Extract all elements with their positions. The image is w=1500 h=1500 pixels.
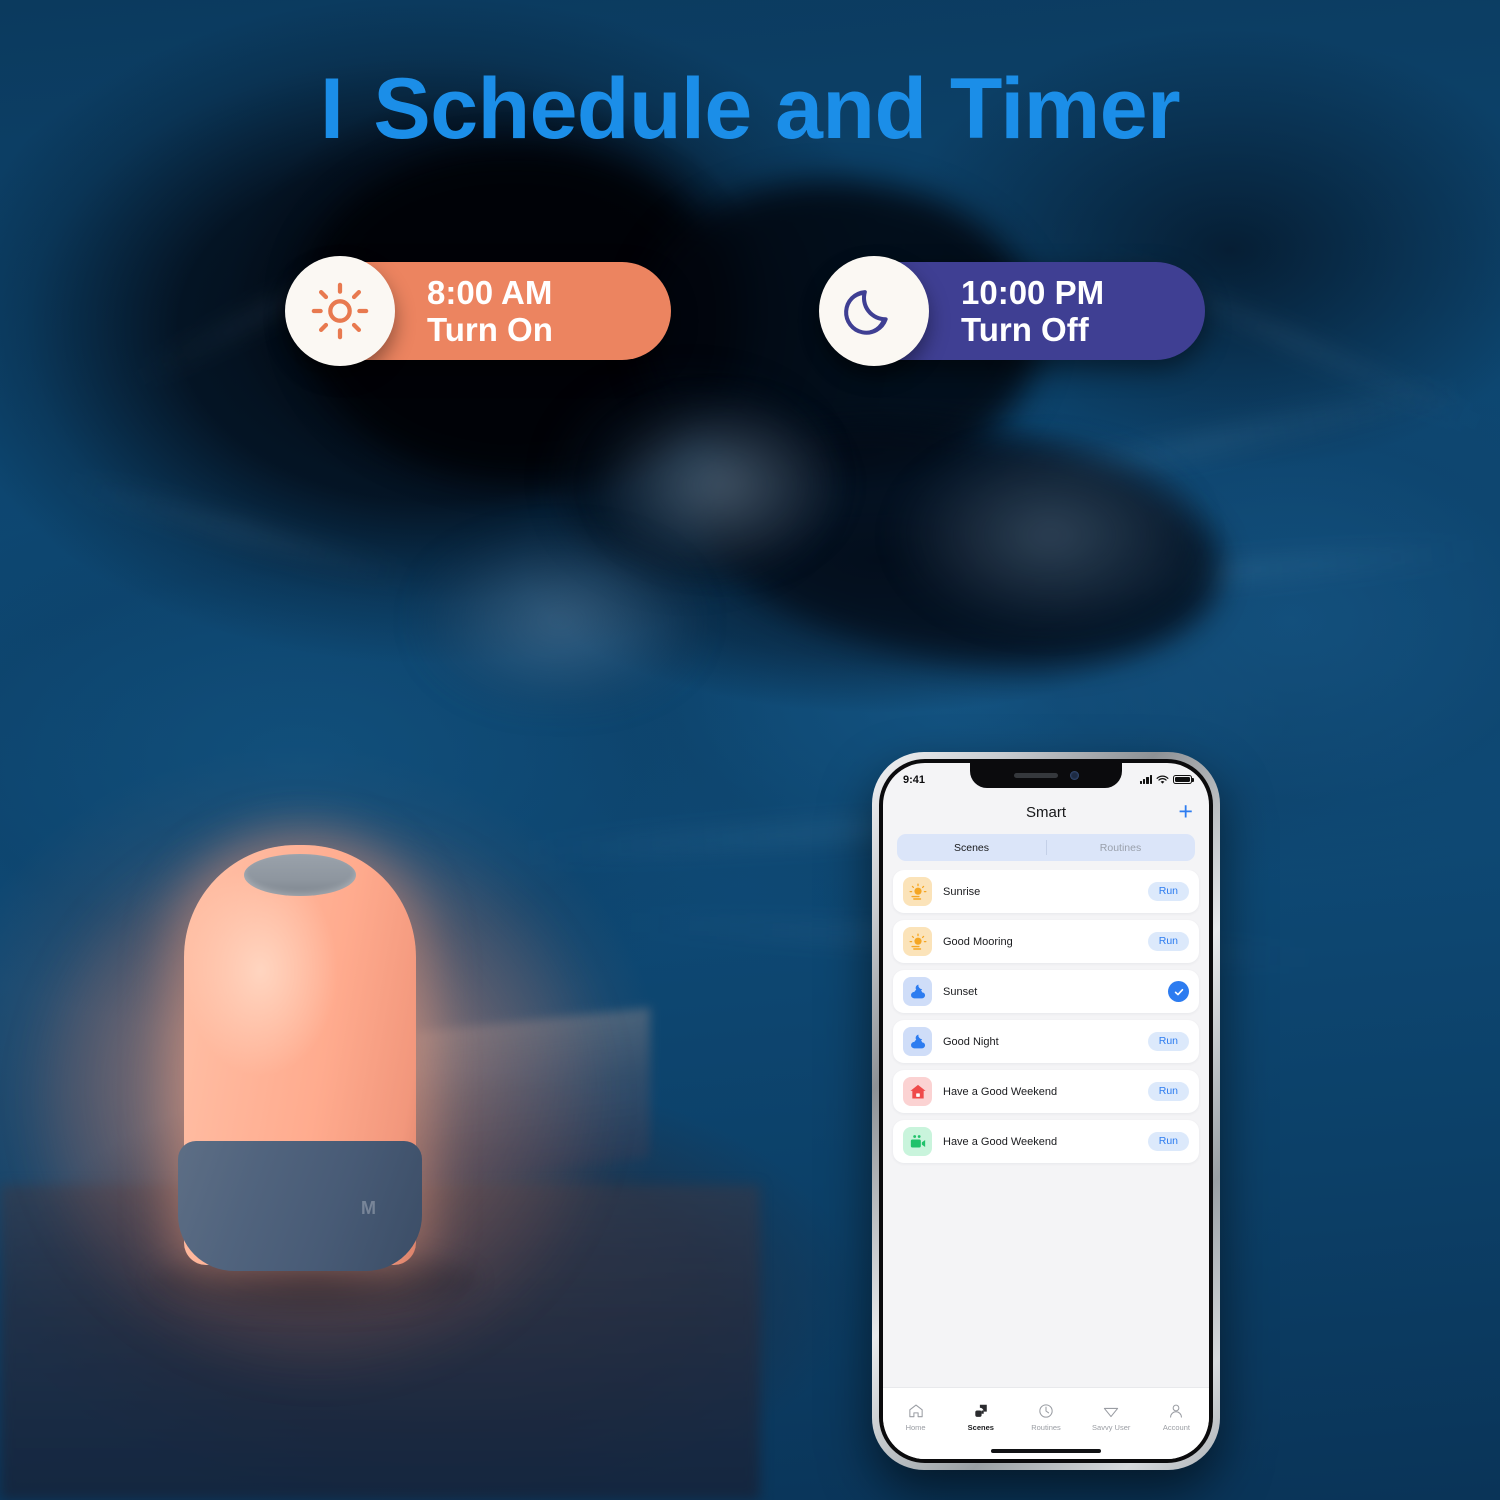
schedule-time: 10:00 PM bbox=[961, 273, 1105, 311]
schedule-pill-group: 8:00 AM Turn On 10:00 PM Turn Off bbox=[0, 256, 1500, 366]
tab-scenes[interactable]: Scenes bbox=[948, 1402, 1013, 1432]
run-button[interactable]: Run bbox=[1147, 1032, 1189, 1051]
list-item[interactable]: Good Night Run bbox=[893, 1020, 1199, 1063]
schedule-pill-text: 10:00 PM Turn Off bbox=[961, 274, 1104, 349]
moon-icon-badge bbox=[819, 256, 929, 366]
tab-home[interactable]: Home bbox=[883, 1402, 948, 1432]
tab-routines[interactable]: Routines bbox=[1013, 1402, 1078, 1432]
tab-label: Routines bbox=[1031, 1423, 1061, 1432]
tab-scenes[interactable]: Scenes bbox=[897, 842, 1046, 854]
tab-label: Home bbox=[905, 1423, 926, 1432]
scene-active-check-icon[interactable] bbox=[1168, 981, 1189, 1002]
list-item[interactable]: Sunset bbox=[893, 970, 1199, 1013]
list-item[interactable]: Have a Good Weekend Run bbox=[893, 1070, 1199, 1113]
scene-name: Have a Good Weekend bbox=[943, 1135, 1058, 1148]
cellular-signal-icon bbox=[1139, 775, 1152, 784]
schedule-pill-text: 8:00 AM Turn On bbox=[427, 274, 553, 349]
title-bar-glyph: I bbox=[319, 61, 344, 157]
scene-name: Good Night bbox=[943, 1035, 999, 1048]
list-item[interactable]: Sunrise Run bbox=[893, 870, 1199, 913]
list-item[interactable]: Have a Good Weekend Run bbox=[893, 1120, 1199, 1163]
bottom-tab-bar: Home Scenes Routines Savvy User Account bbox=[883, 1387, 1209, 1443]
phone-screen: 9:41 Smart + Scenes Routines Sunrise Run… bbox=[883, 763, 1209, 1459]
phone-mockup: 9:41 Smart + Scenes Routines Sunrise Run… bbox=[872, 752, 1220, 1470]
app-navbar: Smart + bbox=[883, 792, 1209, 832]
smart-night-lamp: M bbox=[178, 845, 422, 1271]
lamp-touch-button bbox=[244, 854, 356, 896]
scene-name: Sunrise bbox=[943, 885, 981, 898]
battery-icon bbox=[1173, 774, 1194, 785]
scene-name: Good Mooring bbox=[943, 935, 1013, 948]
home-icon bbox=[903, 1077, 932, 1106]
promo-banner: I Schedule and Timer 8:00 AM Turn On 10:… bbox=[0, 0, 1500, 1500]
scene-name: Have a Good Weekend bbox=[943, 1085, 1058, 1098]
run-button[interactable]: Run bbox=[1147, 932, 1189, 951]
run-button[interactable]: Run bbox=[1147, 1082, 1189, 1101]
segmented-control[interactable]: Scenes Routines bbox=[897, 834, 1195, 861]
home-indicator[interactable] bbox=[883, 1443, 1209, 1459]
schedule-action: Turn On bbox=[427, 311, 553, 348]
scene-list: Sunrise Run Good Mooring Run Sunset Good… bbox=[883, 870, 1209, 1387]
scenes-icon bbox=[975, 1404, 987, 1417]
add-scene-button[interactable]: + bbox=[1178, 799, 1193, 825]
schedule-time: 8:00 AM bbox=[427, 273, 553, 311]
app-title: Smart bbox=[1025, 803, 1066, 821]
tab-label: Scenes bbox=[967, 1423, 994, 1432]
segment-divider bbox=[1046, 840, 1047, 855]
phone-bezel: 9:41 Smart + Scenes Routines Sunrise Run… bbox=[879, 759, 1213, 1463]
sunset-icon bbox=[903, 977, 932, 1006]
tab-routines[interactable]: Routines bbox=[1046, 842, 1195, 854]
clock-icon bbox=[1039, 1404, 1053, 1418]
home-outline-icon bbox=[908, 1404, 923, 1418]
tab-savvy-user[interactable]: Savvy User bbox=[1079, 1402, 1144, 1432]
list-item[interactable]: Good Mooring Run bbox=[893, 920, 1199, 963]
status-bar: 9:41 bbox=[883, 763, 1209, 792]
sun-icon bbox=[311, 282, 369, 340]
status-time: 9:41 bbox=[903, 773, 926, 786]
tab-label: Savvy User bbox=[1092, 1423, 1131, 1432]
tab-account[interactable]: Account bbox=[1144, 1402, 1209, 1432]
camera-icon bbox=[903, 1127, 932, 1156]
status-indicators bbox=[1139, 774, 1194, 785]
run-button[interactable]: Run bbox=[1147, 882, 1189, 901]
sunset-icon bbox=[903, 1027, 932, 1056]
run-button[interactable]: Run bbox=[1147, 1132, 1189, 1151]
diamond-icon bbox=[1104, 1407, 1119, 1418]
wifi-icon bbox=[1156, 774, 1169, 784]
moon-icon bbox=[844, 290, 888, 335]
sunrise-icon bbox=[903, 927, 932, 956]
schedule-pill-turn-off[interactable]: 10:00 PM Turn Off bbox=[819, 256, 1205, 366]
bedroom-background bbox=[0, 0, 1500, 1500]
scene-name: Sunset bbox=[943, 985, 978, 998]
schedule-action: Turn Off bbox=[961, 311, 1089, 348]
sun-icon-badge bbox=[285, 256, 395, 366]
schedule-pill-turn-on[interactable]: 8:00 AM Turn On bbox=[285, 256, 671, 366]
person-icon bbox=[1170, 1404, 1183, 1418]
lamp-base: M bbox=[178, 1141, 422, 1271]
sunrise-icon bbox=[903, 877, 932, 906]
brand-mark: M bbox=[361, 1198, 376, 1218]
page-title: I Schedule and Timer bbox=[0, 66, 1500, 152]
tab-label: Account bbox=[1162, 1423, 1190, 1432]
title-text: Schedule and Timer bbox=[373, 61, 1181, 157]
